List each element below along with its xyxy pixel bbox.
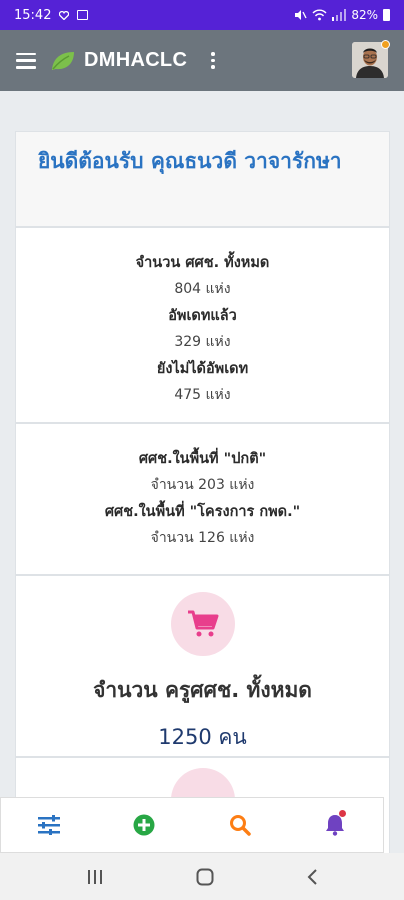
cart-icon-circle <box>170 592 235 656</box>
plus-circle-icon <box>133 814 155 836</box>
updated-value: 329 แห่ง <box>174 334 231 350</box>
summary-card: จำนวน ศศช. ทั้งหมด 804 แห่ง อัพเดทแล้ว 3… <box>15 227 390 423</box>
not-updated-label: ยังไม่ได้อัพเดท <box>156 361 249 377</box>
app-header: DMHACLC <box>0 30 404 91</box>
area-card: ศศช.ในพื้นที่ "ปกติ" จำนวน 203 แห่ง ศศช.… <box>15 423 390 575</box>
main-content: ยินดีต้อนรับ คุณธนวดี วาจารักษา จำนวน ศศ… <box>0 91 404 853</box>
hamburger-icon[interactable] <box>16 52 36 69</box>
nav-add[interactable] <box>97 798 193 852</box>
not-updated-value: 475 แห่ง <box>174 387 231 403</box>
teacher-title: จำนวน ครูศศช. ทั้งหมด <box>93 678 312 702</box>
total-label: จำนวน ศศช. ทั้งหมด <box>135 255 270 271</box>
project-area-label: ศศช.ในพื้นที่ "โครงการ กพด." <box>104 504 301 520</box>
wifi-icon <box>312 9 327 21</box>
status-time: 15:42 <box>14 7 52 23</box>
teacher-count: 1250 คน <box>158 725 247 749</box>
system-nav-bar <box>0 853 404 900</box>
teacher-card: จำนวน ครูศศช. ทั้งหมด 1250 คน <box>15 575 390 757</box>
notification-dot <box>381 40 390 49</box>
normal-area-label: ศศช.ในพื้นที่ "ปกติ" <box>138 451 267 467</box>
welcome-card: ยินดีต้อนรับ คุณธนวดี วาจารักษา <box>15 131 390 227</box>
total-value: 804 แห่ง <box>174 281 231 297</box>
sliders-icon <box>37 815 60 835</box>
back-icon[interactable] <box>306 868 318 886</box>
kebab-icon[interactable] <box>211 52 215 69</box>
battery-percent: 82% <box>351 8 378 22</box>
project-area-value: จำนวน 126 แห่ง <box>150 530 255 546</box>
status-bar: 15:42 82% <box>0 0 404 30</box>
battery-icon <box>383 9 390 21</box>
recent-apps-icon[interactable] <box>86 869 104 885</box>
nav-search[interactable] <box>192 798 288 852</box>
signal-icon <box>332 9 347 21</box>
normal-area-value: จำนวน 203 แห่ง <box>150 477 255 493</box>
updated-label: อัพเดทแล้ว <box>168 308 237 324</box>
bell-icon <box>326 815 345 836</box>
heart-icon <box>59 10 70 20</box>
leaf-icon <box>52 51 74 70</box>
search-icon <box>229 815 251 836</box>
welcome-title: ยินดีต้อนรับ คุณธนวดี วาจารักษา <box>38 149 342 173</box>
shopping-cart-icon <box>187 610 218 637</box>
brand[interactable]: DMHACLC <box>50 49 187 72</box>
nav-filter[interactable] <box>1 798 97 852</box>
gallery-icon <box>77 10 89 20</box>
brand-name: DMHACLC <box>84 49 188 71</box>
nav-notifications[interactable] <box>288 798 384 852</box>
mute-icon <box>295 10 307 20</box>
home-icon[interactable] <box>196 868 214 886</box>
bottom-nav <box>0 797 384 853</box>
